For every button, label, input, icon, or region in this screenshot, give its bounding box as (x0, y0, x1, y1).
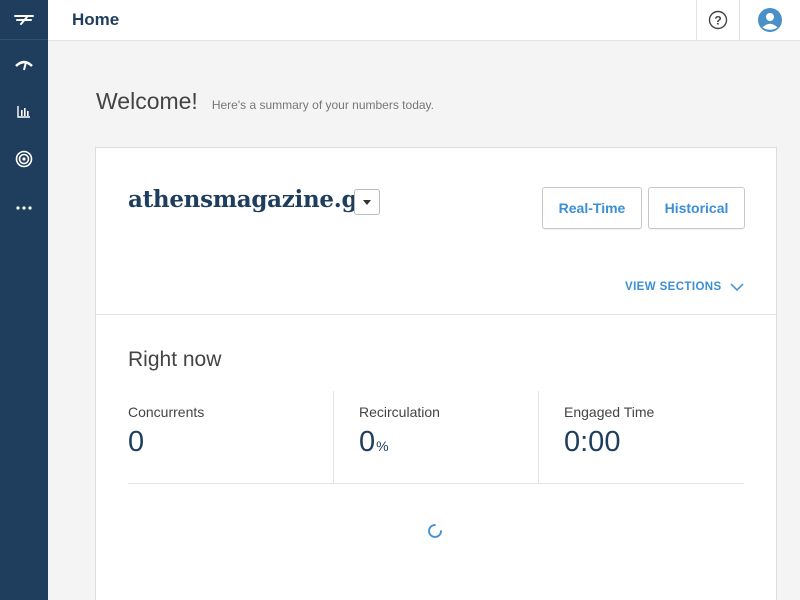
more-icon[interactable] (0, 193, 48, 223)
metric-label: Concurrents (128, 404, 205, 420)
top-header: Home ? (48, 0, 800, 41)
bar-chart-icon[interactable] (0, 97, 48, 127)
caret-down-icon (363, 199, 371, 205)
welcome-title: Welcome! (96, 88, 198, 114)
welcome-subtitle: Here's a summary of your numbers today. (211, 98, 434, 112)
page-title: Home (72, 10, 120, 29)
metric-value: 0 (128, 426, 145, 458)
target-icon[interactable] (0, 144, 48, 174)
user-avatar-icon[interactable] (740, 0, 800, 40)
logo-icon[interactable] (0, 0, 48, 40)
view-sections-label: VIEW SECTIONS (625, 281, 722, 293)
metrics-divider (128, 483, 744, 484)
metric-label: Engaged Time (564, 404, 655, 420)
real-time-button[interactable]: Real-Time (542, 187, 642, 229)
metric-value: 0:00 (564, 426, 621, 458)
gauge-icon[interactable] (0, 50, 48, 80)
loading-spinner-icon (428, 524, 442, 538)
historical-button[interactable]: Historical (648, 187, 745, 229)
chevron-down-icon (730, 283, 744, 291)
divider (96, 314, 776, 315)
metric-concurrents: Concurrents 0 (128, 391, 333, 483)
summary-card: athensmagazine.gr Real-Time Historical V… (95, 147, 777, 600)
welcome-section: Welcome! Here's a summary of your number… (96, 88, 434, 115)
metric-value: 0% (359, 426, 389, 458)
metric-label: Recirculation (359, 404, 440, 420)
help-icon[interactable]: ? (696, 0, 740, 40)
sidebar (0, 0, 48, 600)
site-name: athensmagazine.gr (128, 186, 370, 213)
metric-recirculation: Recirculation 0% (333, 391, 538, 483)
metric-engaged-time: Engaged Time 0:00 (538, 391, 744, 483)
view-sections-toggle[interactable]: VIEW SECTIONS (625, 281, 744, 293)
svg-text:?: ? (714, 14, 721, 28)
site-dropdown-button[interactable] (354, 189, 380, 215)
right-now-title: Right now (128, 348, 222, 371)
